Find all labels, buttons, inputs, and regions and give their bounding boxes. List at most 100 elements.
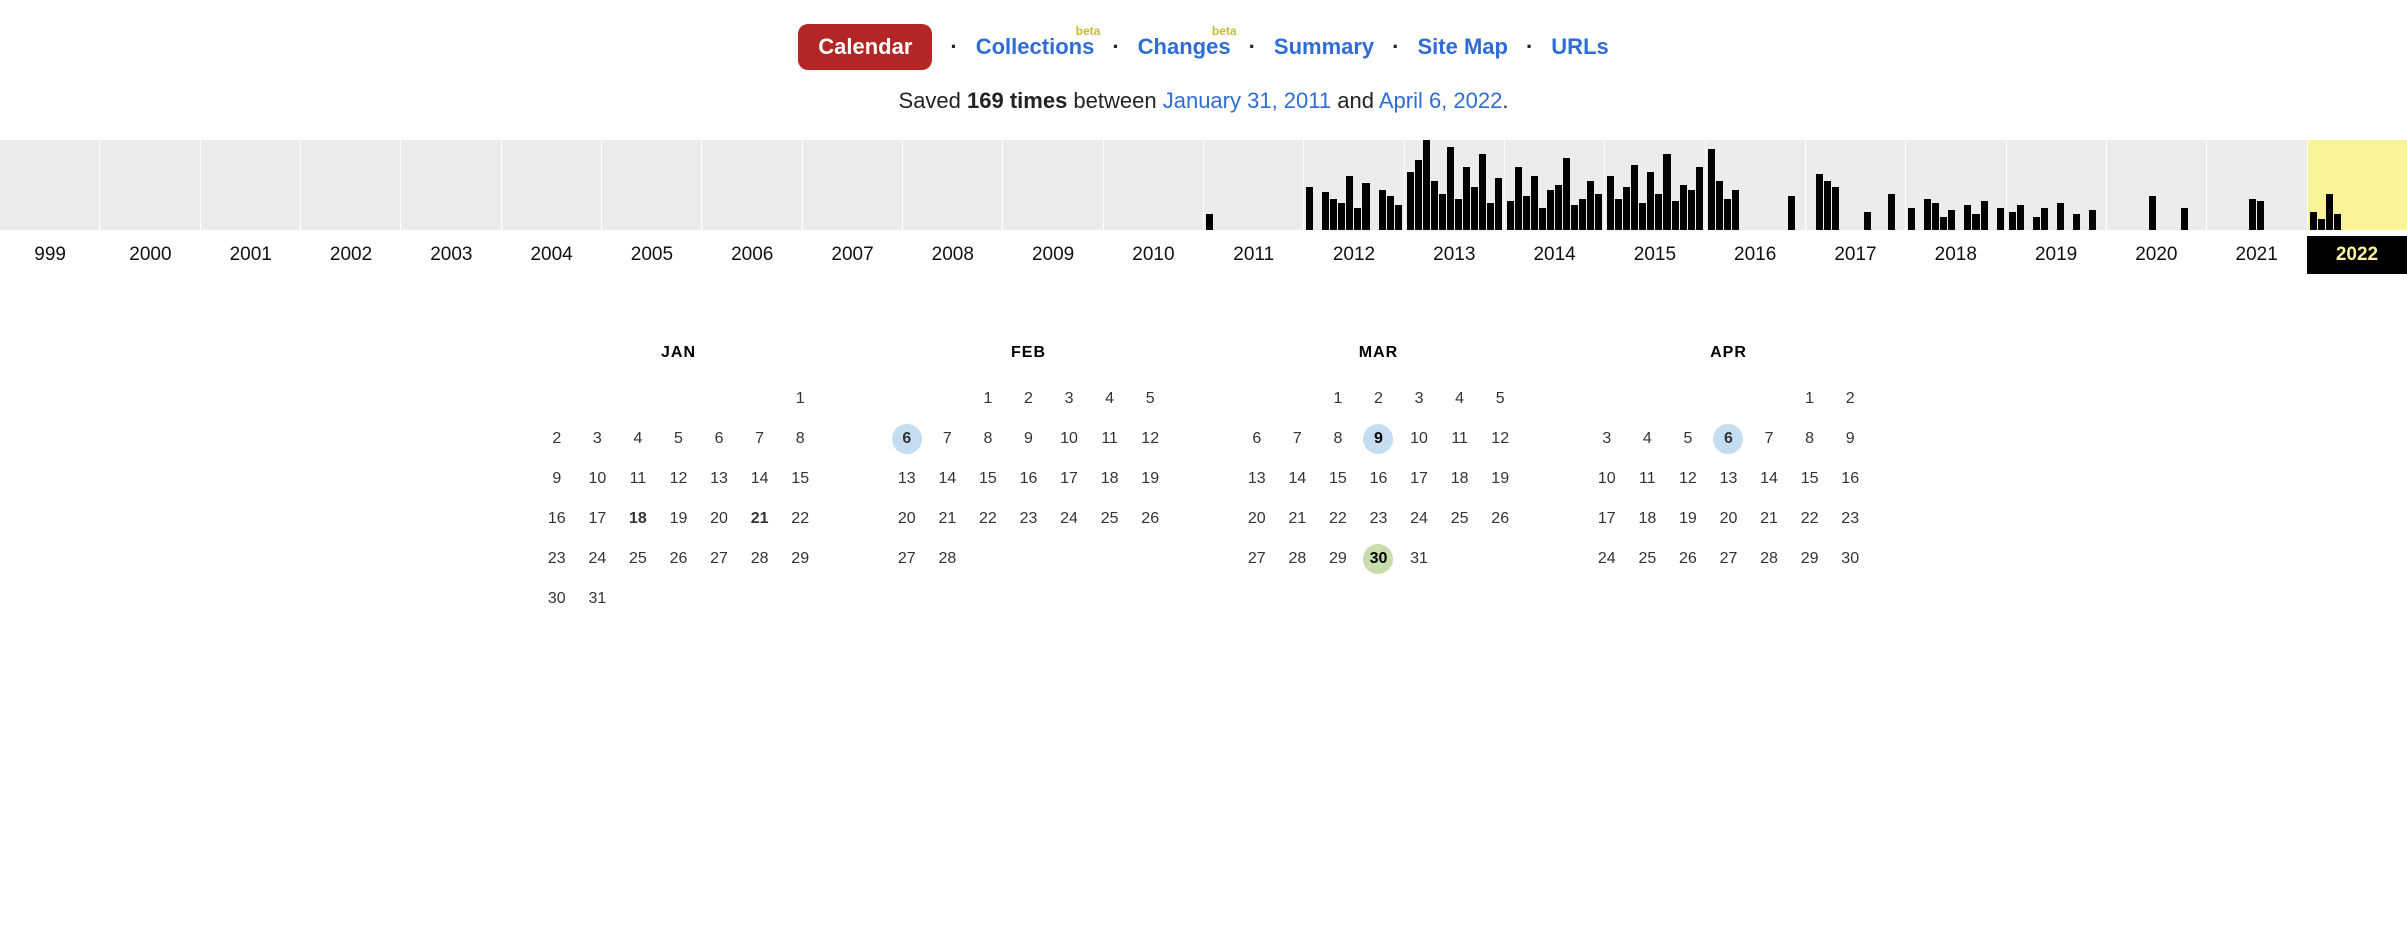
day-22[interactable]: 22 [1795, 504, 1825, 534]
year-column-2022[interactable] [2307, 140, 2407, 230]
day-2[interactable]: 2 [1835, 384, 1865, 414]
first-capture-link[interactable]: January 31, 2011 [1163, 88, 1331, 113]
year-column-2016[interactable] [1705, 140, 1805, 230]
day-9[interactable]: 9 [1835, 424, 1865, 454]
year-label-2020[interactable]: 2020 [2106, 236, 2206, 274]
day-1[interactable]: 1 [1323, 384, 1353, 414]
year-label-2004[interactable]: 2004 [501, 236, 601, 274]
day-15[interactable]: 15 [973, 464, 1003, 494]
day-23[interactable]: 23 [542, 544, 572, 574]
day-11[interactable]: 11 [1632, 464, 1662, 494]
day-8[interactable]: 8 [1795, 424, 1825, 454]
year-column-2004[interactable] [501, 140, 601, 230]
year-label-2002[interactable]: 2002 [301, 236, 401, 274]
day-1[interactable]: 1 [785, 384, 815, 414]
year-label-2012[interactable]: 2012 [1304, 236, 1404, 274]
day-12[interactable]: 12 [663, 464, 693, 494]
day-20[interactable]: 20 [704, 504, 734, 534]
day-5[interactable]: 5 [1485, 384, 1515, 414]
day-16[interactable]: 16 [1363, 464, 1393, 494]
year-column-2020[interactable] [2106, 140, 2206, 230]
day-17[interactable]: 17 [582, 504, 612, 534]
year-column-2001[interactable] [200, 140, 300, 230]
day-10[interactable]: 10 [1404, 424, 1434, 454]
day-21[interactable]: 21 [932, 504, 962, 534]
day-13[interactable]: 13 [704, 464, 734, 494]
day-24[interactable]: 24 [1404, 504, 1434, 534]
year-column-2006[interactable] [701, 140, 801, 230]
day-30[interactable]: 30 [1363, 544, 1393, 574]
day-7[interactable]: 7 [1754, 424, 1784, 454]
day-12[interactable]: 12 [1673, 464, 1703, 494]
year-label-2003[interactable]: 2003 [401, 236, 501, 274]
day-22[interactable]: 22 [1323, 504, 1353, 534]
day-12[interactable]: 12 [1135, 424, 1165, 454]
day-7[interactable]: 7 [932, 424, 962, 454]
day-28[interactable]: 28 [932, 544, 962, 574]
day-4[interactable]: 4 [1445, 384, 1475, 414]
day-26[interactable]: 26 [1135, 504, 1165, 534]
day-31[interactable]: 31 [582, 584, 612, 614]
year-column-2019[interactable] [2006, 140, 2106, 230]
day-24[interactable]: 24 [1592, 544, 1622, 574]
year-column-2002[interactable] [300, 140, 400, 230]
year-column-2010[interactable] [1103, 140, 1203, 230]
day-16[interactable]: 16 [1835, 464, 1865, 494]
day-22[interactable]: 22 [785, 504, 815, 534]
year-label-2010[interactable]: 2010 [1103, 236, 1203, 274]
day-4[interactable]: 4 [623, 424, 653, 454]
year-label-2000[interactable]: 2000 [100, 236, 200, 274]
day-23[interactable]: 23 [1013, 504, 1043, 534]
day-9[interactable]: 9 [1013, 424, 1043, 454]
year-column-2015[interactable] [1604, 140, 1704, 230]
day-27[interactable]: 27 [1713, 544, 1743, 574]
day-2[interactable]: 2 [1013, 384, 1043, 414]
day-25[interactable]: 25 [1095, 504, 1125, 534]
day-26[interactable]: 26 [663, 544, 693, 574]
year-column-2000[interactable] [99, 140, 199, 230]
day-3[interactable]: 3 [582, 424, 612, 454]
tab-changes[interactable]: Changesbeta [1138, 34, 1231, 60]
day-13[interactable]: 13 [1242, 464, 1272, 494]
year-label-2021[interactable]: 2021 [2207, 236, 2307, 274]
tab-summary[interactable]: Summary [1274, 34, 1374, 60]
day-22[interactable]: 22 [973, 504, 1003, 534]
day-10[interactable]: 10 [582, 464, 612, 494]
day-6[interactable]: 6 [1713, 424, 1743, 454]
year-label-2018[interactable]: 2018 [1906, 236, 2006, 274]
day-17[interactable]: 17 [1054, 464, 1084, 494]
day-7[interactable]: 7 [1282, 424, 1312, 454]
day-10[interactable]: 10 [1054, 424, 1084, 454]
day-27[interactable]: 27 [704, 544, 734, 574]
day-30[interactable]: 30 [1835, 544, 1865, 574]
day-11[interactable]: 11 [623, 464, 653, 494]
year-column-2003[interactable] [400, 140, 500, 230]
day-7[interactable]: 7 [745, 424, 775, 454]
day-14[interactable]: 14 [932, 464, 962, 494]
day-2[interactable]: 2 [542, 424, 572, 454]
day-24[interactable]: 24 [582, 544, 612, 574]
year-label-2022[interactable]: 2022 [2307, 236, 2407, 274]
day-11[interactable]: 11 [1445, 424, 1475, 454]
day-16[interactable]: 16 [542, 504, 572, 534]
year-label-2007[interactable]: 2007 [802, 236, 902, 274]
day-4[interactable]: 4 [1095, 384, 1125, 414]
day-5[interactable]: 5 [1673, 424, 1703, 454]
year-column-2005[interactable] [601, 140, 701, 230]
day-6[interactable]: 6 [892, 424, 922, 454]
year-column-2007[interactable] [802, 140, 902, 230]
day-29[interactable]: 29 [1795, 544, 1825, 574]
day-8[interactable]: 8 [785, 424, 815, 454]
day-1[interactable]: 1 [973, 384, 1003, 414]
day-13[interactable]: 13 [892, 464, 922, 494]
day-20[interactable]: 20 [1713, 504, 1743, 534]
day-26[interactable]: 26 [1673, 544, 1703, 574]
day-1[interactable]: 1 [1795, 384, 1825, 414]
tab-collections[interactable]: Collectionsbeta [976, 34, 1095, 60]
year-label-2017[interactable]: 2017 [1805, 236, 1905, 274]
year-label-2011[interactable]: 2011 [1204, 236, 1304, 274]
day-19[interactable]: 19 [1673, 504, 1703, 534]
day-6[interactable]: 6 [704, 424, 734, 454]
year-column-2014[interactable] [1504, 140, 1604, 230]
year-label-2019[interactable]: 2019 [2006, 236, 2106, 274]
